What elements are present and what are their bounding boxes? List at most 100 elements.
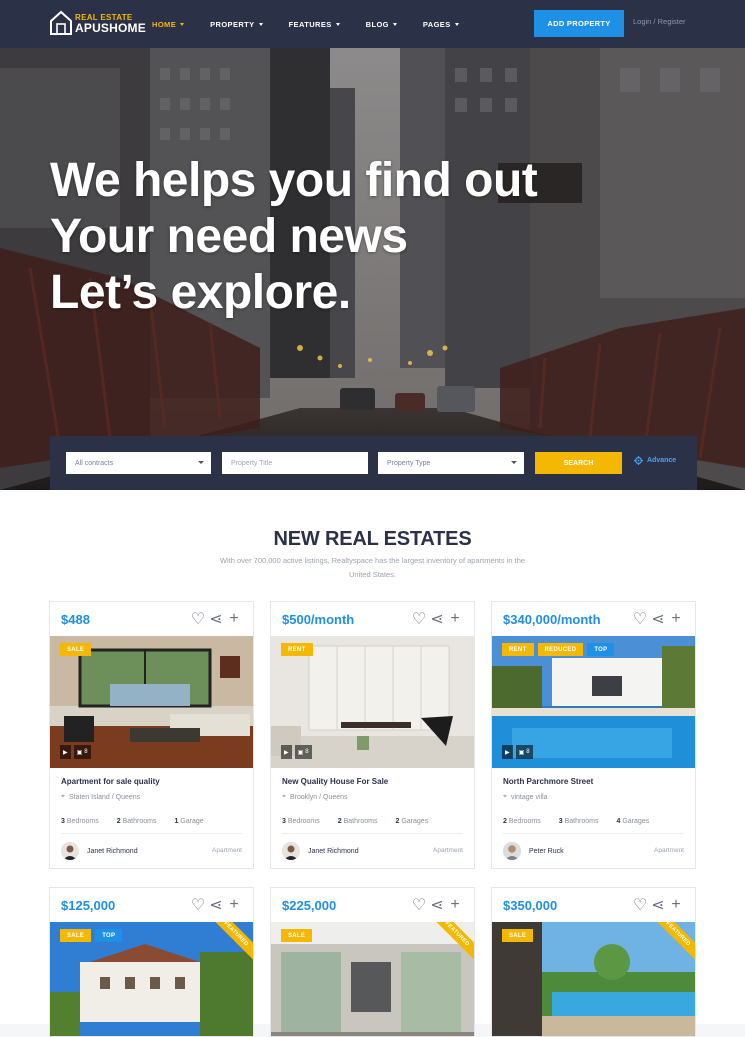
property-card[interactable]: $125,000 ♡ ⋖ + SALE TOP FEATURED [49, 887, 254, 1037]
house-logo-icon [50, 10, 72, 35]
property-type-select[interactable]: Property Type [378, 452, 524, 474]
heart-icon[interactable]: ♡ [191, 897, 205, 914]
property-photo[interactable]: SALE ▶ ▣ 8 [50, 636, 253, 768]
section-subtitle: With over 700,000 active listings, Realt… [219, 556, 526, 579]
share-icon[interactable]: ⋖ [651, 611, 664, 628]
property-photo[interactable]: SALE FEATURED [492, 922, 695, 1036]
share-icon[interactable]: ⋖ [430, 897, 443, 914]
bedrooms: 2 Bedrooms [503, 818, 541, 825]
property-features: 3 Bedrooms 2 Bathrooms 1 Garage [61, 818, 242, 834]
caret-down-icon [392, 22, 397, 26]
caret-down-icon [511, 461, 517, 464]
share-icon[interactable]: ⋖ [209, 897, 222, 914]
map-pin-icon: ⌖ [503, 793, 507, 800]
photos-count[interactable]: ▣ 8 [515, 745, 533, 759]
image-icon: ▣ [76, 749, 83, 756]
status-badge: TOP [95, 929, 123, 942]
property-title[interactable]: North Parchmore Street [503, 777, 684, 789]
contracts-select[interactable]: All contracts [66, 452, 211, 474]
garages: 2 Garages [395, 818, 429, 825]
caret-down-icon [454, 22, 459, 26]
video-icon[interactable]: ▶ [281, 745, 292, 759]
photos-count[interactable]: ▣ 8 [73, 745, 91, 759]
property-photo[interactable]: SALE TOP FEATURED [50, 922, 253, 1036]
logo[interactable]: REAL ESTATE APUSHOME [49, 9, 146, 36]
plus-icon[interactable]: + [229, 610, 239, 627]
agent-name[interactable]: Janet Richmond [308, 848, 359, 855]
agent-name[interactable]: Janet Richmond [87, 848, 138, 855]
property-photo[interactable]: RENT REDUCED TOP ▶ ▣ 8 [492, 636, 695, 768]
property-photo[interactable]: RENT ▶ ▣ 8 [271, 636, 474, 768]
heart-icon[interactable]: ♡ [412, 897, 426, 914]
status-badge: RENT [281, 643, 313, 656]
property-features: 2 Bedrooms 3 Bathrooms 4 Garages [503, 818, 684, 834]
property-price: $500/month [282, 612, 355, 627]
menu-item-pages[interactable]: PAGES [423, 20, 459, 29]
menu-label: FEATURES [288, 19, 332, 29]
share-icon[interactable]: ⋖ [651, 897, 664, 914]
plus-icon[interactable]: + [671, 610, 681, 627]
property-title[interactable]: New Quality House For Sale [282, 777, 463, 789]
plus-icon[interactable]: + [229, 896, 239, 913]
property-price: $225,000 [282, 898, 337, 913]
property-search-bar: All contracts Property Title Property Ty… [50, 436, 697, 490]
menu-item-home[interactable]: HOME [152, 20, 185, 29]
agent-avatar[interactable] [61, 842, 79, 860]
advance-search-link[interactable]: Advance [634, 456, 676, 465]
video-icon[interactable]: ▶ [502, 745, 513, 759]
map-pin-icon: ⌖ [282, 793, 286, 800]
hero-line: Let’s explore. [50, 266, 351, 319]
menu-item-features[interactable]: FEATURES [289, 20, 340, 29]
property-price: $340,000/month [503, 612, 601, 627]
caret-down-icon [258, 22, 263, 26]
image-icon: ▣ [297, 749, 304, 756]
gear-icon [634, 456, 643, 465]
agent-name[interactable]: Peter Ruck [529, 848, 564, 855]
property-card[interactable]: $488 ♡ ⋖ + SALE ▶ ▣ 8 Apartment for sale… [49, 601, 254, 869]
plus-icon[interactable]: + [450, 610, 460, 627]
menu-item-property[interactable]: PROPERTY [210, 19, 263, 29]
share-icon[interactable]: ⋖ [209, 611, 222, 628]
top-nav: REAL ESTATE APUSHOME HOME PROPERTY FEATU… [0, 0, 745, 48]
heart-icon[interactable]: ♡ [412, 611, 426, 628]
main-menu: HOME PROPERTY FEATURES BLOG PAGES [152, 0, 485, 48]
property-card[interactable]: $500/month ♡ ⋖ + RENT ▶ ▣ 8 New Quality … [270, 601, 475, 869]
advance-label: Advance [647, 457, 677, 464]
property-card[interactable]: $225,000 ♡ ⋖ + SALE FEATURED [270, 887, 475, 1037]
plus-icon[interactable]: + [450, 896, 460, 913]
menu-label: BLOG [365, 19, 389, 29]
share-icon[interactable]: ⋖ [430, 611, 443, 628]
map-pin-icon: ⌖ [61, 793, 65, 800]
status-badge: TOP [587, 643, 615, 656]
heart-icon[interactable]: ♡ [633, 897, 647, 914]
property-price: $350,000 [503, 898, 558, 913]
heart-icon[interactable]: ♡ [633, 611, 647, 628]
menu-item-blog[interactable]: BLOG [366, 20, 397, 29]
new-real-estates-section: NEW REAL ESTATES With over 700,000 activ… [0, 490, 745, 1037]
property-photo[interactable]: SALE FEATURED [271, 922, 474, 1036]
bathrooms: 2 Bathrooms [116, 818, 157, 825]
status-badge: RENT [502, 643, 534, 656]
search-button[interactable]: SEARCH [535, 452, 622, 474]
caret-down-icon [198, 461, 204, 464]
property-card[interactable]: $340,000/month ♡ ⋖ + RENT REDUCED TOP ▶ … [491, 601, 696, 869]
heart-icon[interactable]: ♡ [191, 611, 205, 628]
status-badge: SALE [502, 929, 534, 942]
plus-icon[interactable]: + [671, 896, 681, 913]
status-badge: SALE [281, 929, 313, 942]
video-icon[interactable]: ▶ [60, 745, 71, 759]
property-type: Apartment [654, 847, 684, 854]
menu-label: PROPERTY [210, 19, 255, 29]
property-card[interactable]: $350,000 ♡ ⋖ + SALE FEATURED [491, 887, 696, 1037]
property-features: 3 Bedrooms 2 Bathrooms 2 Garages [282, 818, 463, 834]
property-location: ⌖ Brooklyn / Queens [282, 793, 348, 801]
property-title[interactable]: Apartment for sale quality [61, 777, 242, 789]
add-property-button[interactable]: ADD PROPERTY [534, 10, 624, 37]
property-title-input[interactable]: Property Title [222, 452, 368, 474]
login-register-link[interactable]: Login / Register [633, 17, 686, 26]
agent-avatar[interactable] [282, 842, 300, 860]
photos-count[interactable]: ▣ 8 [294, 745, 312, 759]
bedrooms: 3 Bedrooms [282, 818, 320, 825]
agent-avatar[interactable] [503, 842, 521, 860]
hero-headline: We helps you find out Your need news Let… [50, 153, 538, 321]
